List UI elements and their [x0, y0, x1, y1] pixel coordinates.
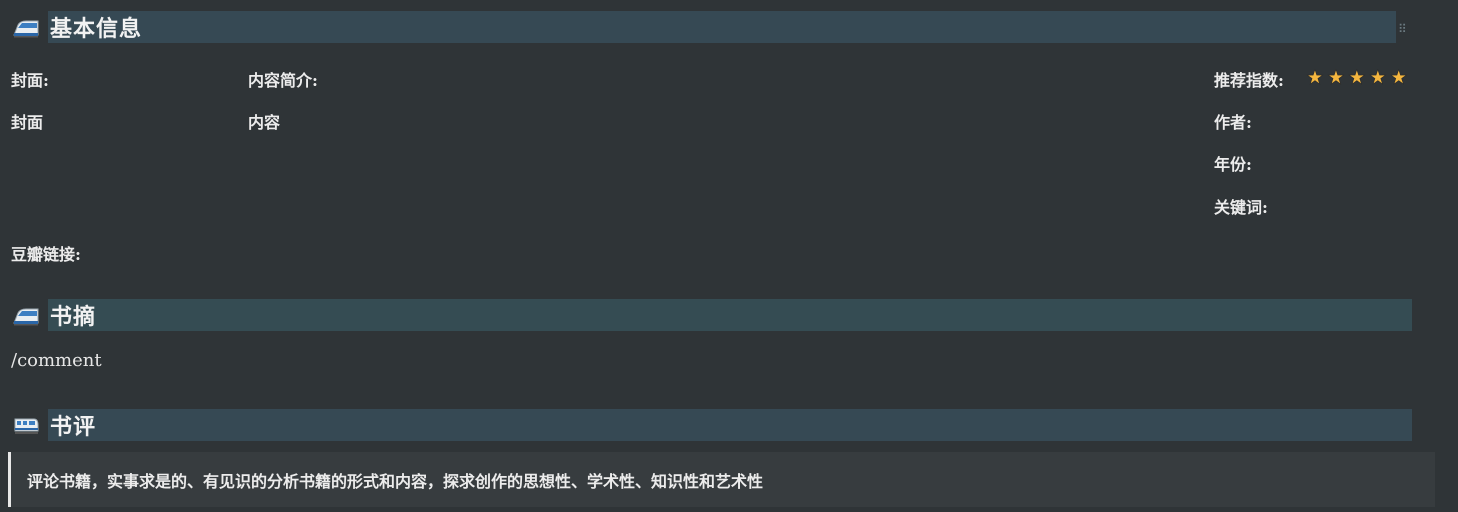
heading-title: 基本信息	[50, 16, 143, 42]
cover-label: 封面:	[11, 71, 49, 90]
rating-stars: ★ ★ ★ ★ ★	[1306, 65, 1408, 89]
keywords-label: 关键词:	[1214, 198, 1268, 217]
drag-handle-icon[interactable]: ⠿	[1398, 22, 1410, 36]
star-icon: ★	[1368, 65, 1388, 89]
notion-page: 基本信息 ⠿ 封面: 内容简介: 推荐指数: ★ ★ ★ ★ ★ 封面 内容 作…	[0, 0, 1458, 512]
review-quote-text: 评论书籍，实事求是的、有见识的分析书籍的形式和内容，探求创作的思想性、学术性、知…	[27, 471, 764, 491]
summary-label: 内容简介:	[248, 71, 318, 90]
douban-link-label: 豆瓣链接:	[11, 245, 81, 264]
heading-bar: 基本信息	[48, 11, 1396, 43]
star-icon: ★	[1306, 65, 1325, 89]
summary-value: 内容	[248, 113, 281, 132]
heading-bar: 书摘	[48, 299, 1412, 331]
cover-value: 封面	[11, 113, 44, 132]
heading-review[interactable]: 书评	[12, 408, 1412, 442]
train-icon	[12, 15, 40, 39]
heading-title: 书摘	[50, 304, 97, 330]
year-label: 年份:	[1214, 155, 1252, 174]
star-icon: ★	[1347, 65, 1367, 89]
review-quote[interactable]: 评论书籍，实事求是的、有见识的分析书籍的形式和内容，探求创作的思想性、学术性、知…	[8, 452, 1435, 507]
author-label: 作者:	[1214, 113, 1252, 132]
star-icon: ★	[1326, 65, 1346, 89]
heading-basic-info[interactable]: 基本信息	[12, 10, 1396, 44]
train-icon	[12, 303, 40, 327]
heading-excerpts[interactable]: 书摘	[12, 298, 1412, 332]
heading-bar: 书评	[48, 409, 1412, 441]
rating-label: 推荐指数:	[1214, 71, 1284, 90]
train-icon	[12, 413, 40, 437]
star-icon: ★	[1389, 65, 1408, 89]
excerpt-text[interactable]: /comment	[11, 350, 102, 371]
heading-title: 书评	[50, 414, 97, 440]
